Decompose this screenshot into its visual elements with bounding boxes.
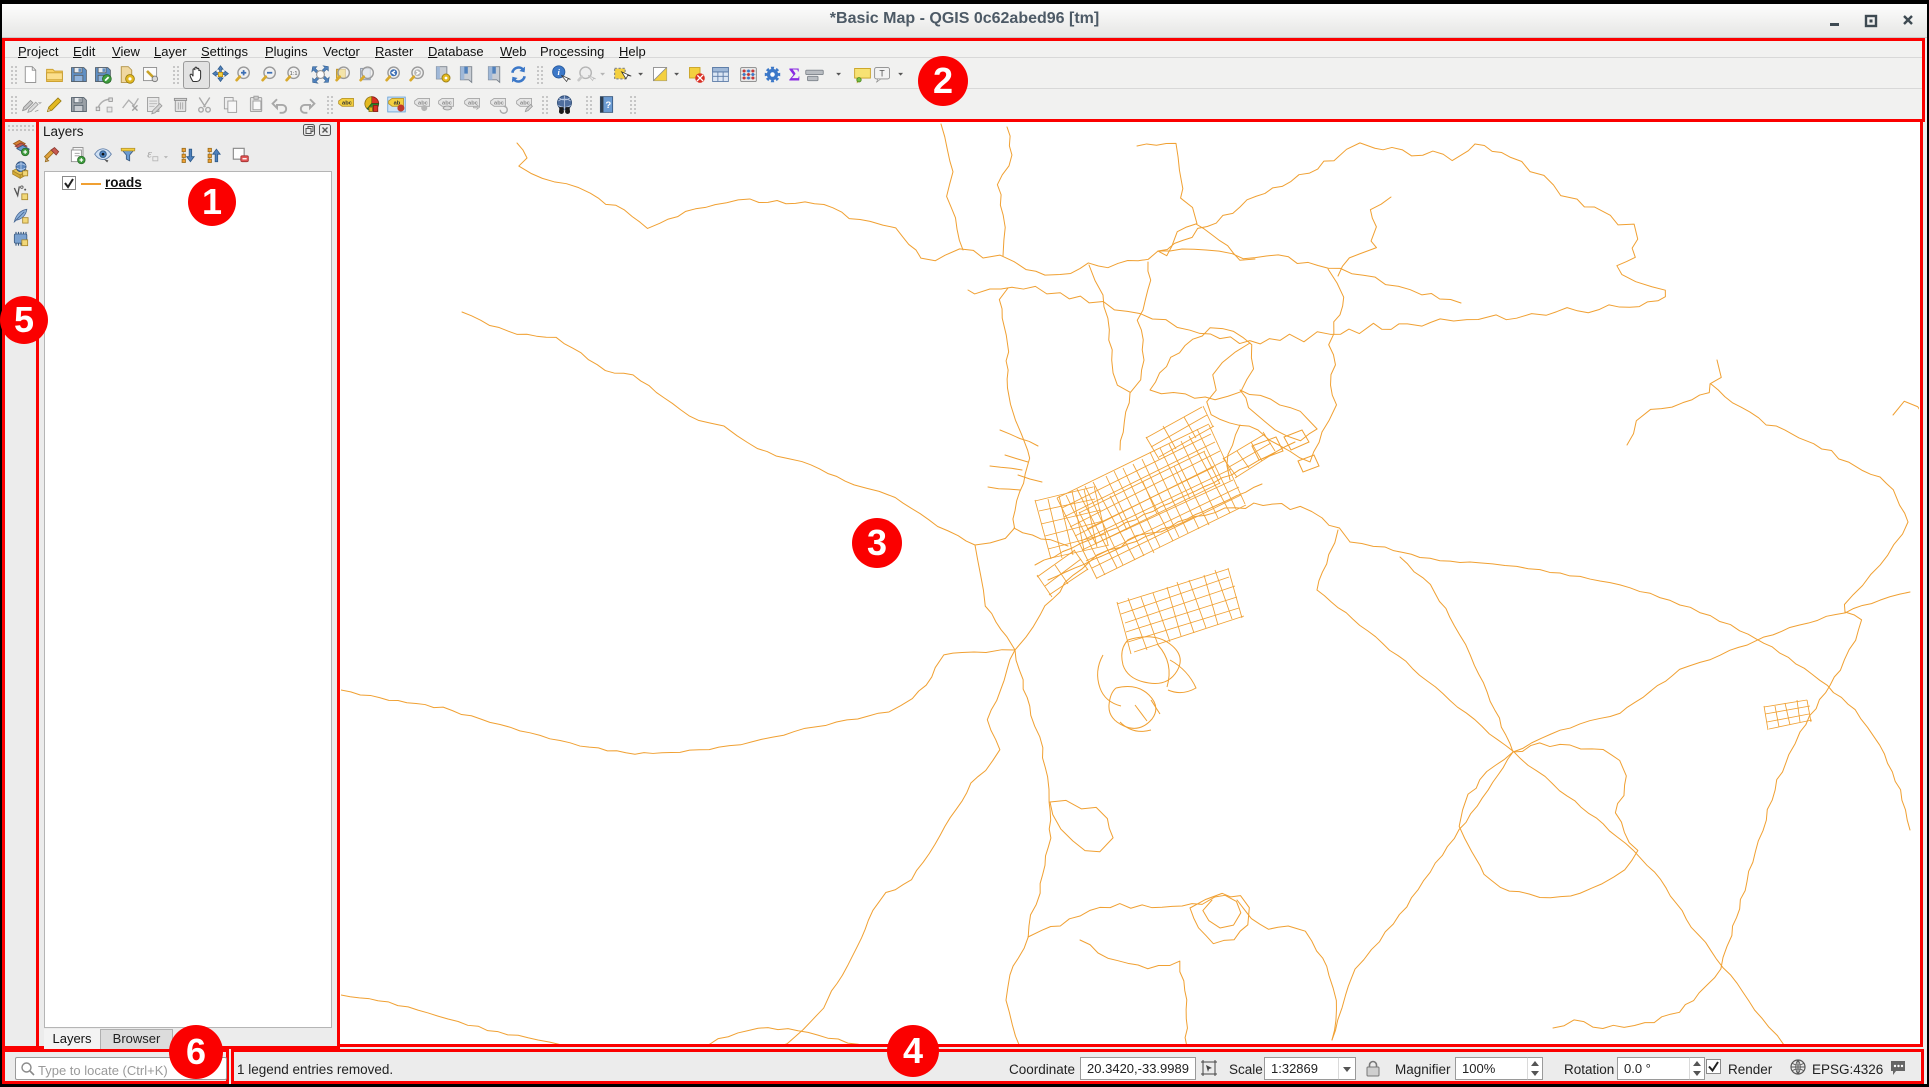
svg-text:abc: abc [468,101,478,107]
svg-text:Σ: Σ [789,65,800,85]
svg-text:?: ? [605,100,611,111]
svg-text:1:1: 1:1 [290,71,298,77]
svg-text:abc: abc [442,101,452,107]
svg-text:abc: abc [494,101,504,107]
svg-text:ε: ε [147,148,152,161]
svg-text:T: T [879,69,885,79]
svg-text:abc: abc [342,101,352,107]
svg-text:abc: abc [520,101,530,107]
